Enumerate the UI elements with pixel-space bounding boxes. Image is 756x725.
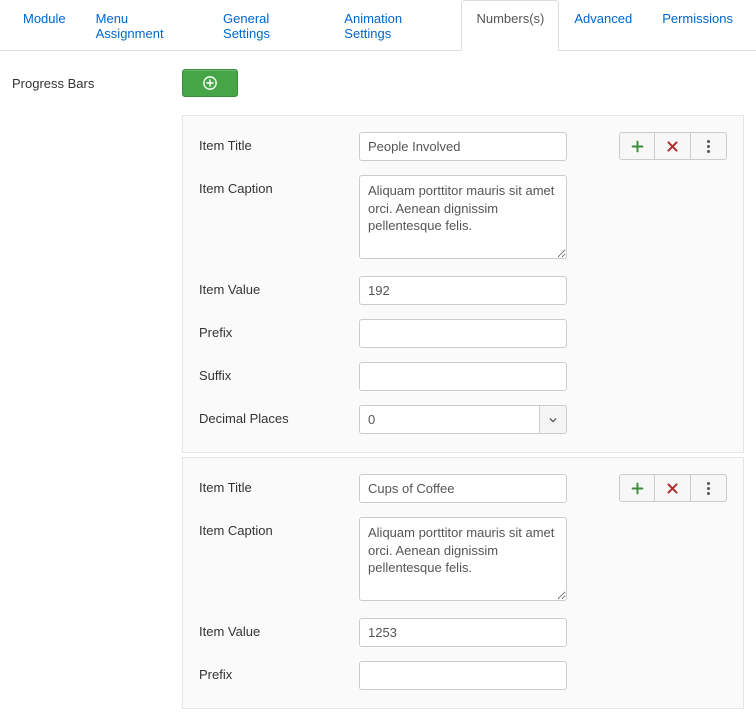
chevron-down-icon — [549, 416, 557, 424]
item-caption-input[interactable] — [359, 517, 567, 601]
item-add-button[interactable] — [619, 132, 655, 160]
decimal-places-select[interactable]: 0 — [359, 405, 567, 434]
label-decimal-places: Decimal Places — [199, 405, 359, 426]
decimal-places-toggle[interactable] — [539, 405, 567, 434]
tab-animation-settings[interactable]: Animation Settings — [329, 0, 461, 51]
item-actions — [619, 474, 727, 502]
suffix-input[interactable] — [359, 362, 567, 391]
item-value-input[interactable] — [359, 276, 567, 305]
tabs: Module Menu Assignment General Settings … — [0, 0, 756, 51]
tab-module[interactable]: Module — [8, 0, 81, 51]
tab-general-settings[interactable]: General Settings — [208, 0, 329, 51]
label-suffix: Suffix — [199, 362, 359, 383]
add-item-button[interactable] — [182, 69, 238, 97]
label-item-caption: Item Caption — [199, 517, 359, 538]
label-item-value: Item Value — [199, 276, 359, 297]
prefix-input[interactable] — [359, 319, 567, 348]
plus-icon — [203, 76, 217, 90]
tab-advanced[interactable]: Advanced — [559, 0, 647, 51]
item-remove-button[interactable] — [655, 132, 691, 160]
prefix-input[interactable] — [359, 661, 567, 690]
plus-icon — [631, 140, 644, 153]
item-caption-input[interactable] — [359, 175, 567, 259]
item-value-input[interactable] — [359, 618, 567, 647]
tab-numbers[interactable]: Numbers(s) — [461, 0, 559, 51]
label-item-caption: Item Caption — [199, 175, 359, 196]
section-label-progress-bars: Progress Bars — [12, 76, 182, 91]
label-item-value: Item Value — [199, 618, 359, 639]
item-title-input[interactable] — [359, 474, 567, 503]
label-prefix: Prefix — [199, 319, 359, 340]
kebab-icon — [707, 482, 710, 495]
item-panel: Item Title Item Caption — [182, 457, 744, 709]
item-remove-button[interactable] — [655, 474, 691, 502]
close-icon — [666, 482, 679, 495]
item-menu-button[interactable] — [691, 132, 727, 160]
item-add-button[interactable] — [619, 474, 655, 502]
decimal-places-value: 0 — [359, 405, 539, 434]
close-icon — [666, 140, 679, 153]
tab-menu-assignment[interactable]: Menu Assignment — [81, 0, 208, 51]
item-title-input[interactable] — [359, 132, 567, 161]
label-prefix: Prefix — [199, 661, 359, 682]
tab-permissions[interactable]: Permissions — [647, 0, 748, 51]
item-panel: Item Title Item Caption — [182, 115, 744, 453]
item-menu-button[interactable] — [691, 474, 727, 502]
plus-icon — [631, 482, 644, 495]
label-item-title: Item Title — [199, 132, 359, 153]
kebab-icon — [707, 140, 710, 153]
item-actions — [619, 132, 727, 160]
label-item-title: Item Title — [199, 474, 359, 495]
